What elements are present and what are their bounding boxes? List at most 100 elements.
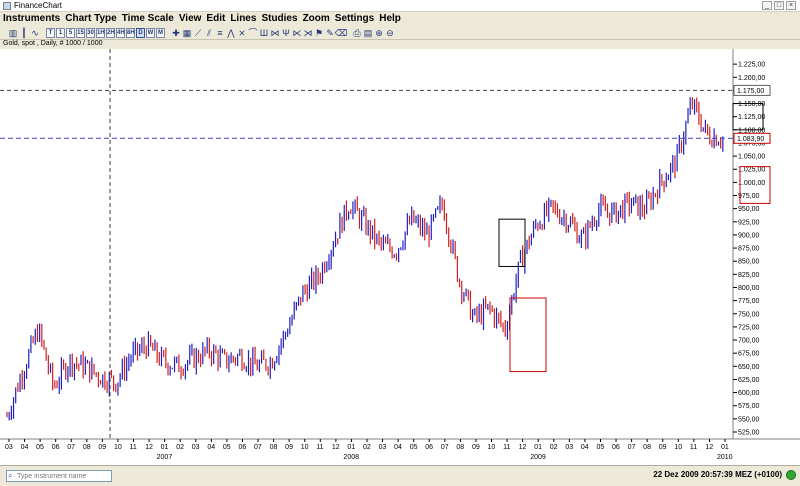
chart-area[interactable]: 1.225,00 1.200,00 1.175,00 1.150,00 1.125,00… (0, 49, 800, 465)
menu-settings[interactable]: Settings (335, 12, 379, 26)
last-price-label: 1.083,90 (737, 136, 764, 143)
x-tick-label: 12 (519, 444, 527, 451)
x-tick-label: 08 (456, 444, 464, 451)
y-tick-label: 1.150,00 (738, 101, 765, 108)
cycles-icon[interactable]: Ш (259, 28, 269, 38)
print-icon[interactable]: ⎙ (352, 28, 362, 38)
menu-chart-type[interactable]: Chart Type (65, 12, 122, 26)
y-tick-label: 925,00 (738, 219, 760, 226)
x-tick-label: 01 (721, 444, 729, 451)
line-chart-icon[interactable]: ∿ (30, 28, 40, 38)
year-label: 2007 (157, 454, 173, 461)
search-icon: ⌕ (8, 471, 13, 480)
app-icon (3, 2, 11, 10)
timeframe-4h[interactable]: 4H (116, 27, 125, 38)
bar-chart-icon[interactable]: ┃ (19, 28, 29, 38)
menu-edit[interactable]: Edit (206, 12, 230, 26)
timeframe-d[interactable]: D (136, 27, 145, 38)
candlestick-chart[interactable]: 1.225,00 1.200,00 1.175,00 1.150,00 1.125,00… (0, 49, 800, 465)
close-button[interactable]: × (786, 1, 796, 10)
y-tick-label: 1.225,00 (738, 62, 765, 69)
y-tick-label: 1.000,00 (738, 180, 765, 187)
timeframe-w[interactable]: W (146, 27, 155, 38)
x-tick-label: 08 (83, 444, 91, 451)
pitchfork-icon[interactable]: Ψ (281, 28, 291, 38)
x-tick-label: 10 (301, 444, 309, 451)
x-tick-label: 05 (410, 444, 418, 451)
andrews-icon[interactable]: ⋊ (303, 28, 313, 38)
status-clock: 22 Dez 2009 20:57:39 MEZ (+0100) (653, 470, 782, 479)
x-tick-label: 12 (705, 444, 713, 451)
instrument-search-input[interactable] (6, 470, 112, 482)
save-icon[interactable]: ▤ (363, 28, 373, 38)
y-tick-label: 700,00 (738, 338, 760, 345)
chart-type-icon[interactable]: ▥ (8, 28, 18, 38)
x-tick-label: 06 (52, 444, 60, 451)
pencil-icon[interactable]: ✎ (325, 28, 335, 38)
menu-zoom[interactable]: Zoom (303, 12, 335, 26)
x-tick-label: 02 (550, 444, 558, 451)
marker-icon[interactable]: ⚑ (314, 28, 324, 38)
trendline-icon[interactable]: ⟋ (193, 28, 203, 38)
menu-help[interactable]: Help (379, 12, 406, 26)
timeframe-1[interactable]: 1 (56, 27, 65, 38)
x-tick-label: 09 (285, 444, 293, 451)
timeframe-15[interactable]: 15 (76, 27, 85, 38)
year-label: 2009 (530, 454, 546, 461)
fan-icon[interactable]: ⋀ (226, 28, 236, 38)
maximize-button[interactable]: □ (774, 1, 784, 10)
menu-lines[interactable]: Lines (230, 12, 261, 26)
zoom-out-icon[interactable]: ⊖ (385, 28, 395, 38)
menu-instruments[interactable]: Instruments (3, 12, 65, 26)
year-label: 2010 (717, 454, 733, 461)
x-tick-label: 12 (145, 444, 153, 451)
y-tick-label: 875,00 (738, 246, 760, 253)
timeframe-m[interactable]: M (156, 27, 165, 38)
menu-time-scale[interactable]: Time Scale (122, 12, 179, 26)
grid-icon[interactable]: ▦ (182, 28, 192, 38)
y-tick-label: 725,00 (738, 324, 760, 331)
x-tick-label: 10 (674, 444, 682, 451)
y-tick-label: 575,00 (738, 403, 760, 410)
y-tick-label: 525,00 (738, 430, 760, 437)
y-tick-label: 950,00 (738, 206, 760, 213)
timeframe-2h[interactable]: 2H (106, 27, 115, 38)
menu-view[interactable]: View (179, 12, 207, 26)
timeframe-1h[interactable]: 1H (96, 27, 105, 38)
speed-lines-icon[interactable]: ⋉ (292, 28, 302, 38)
y-tick-label: 900,00 (738, 232, 760, 239)
toolbar: ▥ ┃ ∿ T 1 5 15 30 1H 2H 4H 8H D W M ✚ ▦ … (0, 26, 800, 40)
crosshair-icon[interactable]: ✚ (171, 28, 181, 38)
x-tick-label: 07 (441, 444, 449, 451)
x-tick-label: 06 (612, 444, 620, 451)
window-controls: _ □ × (762, 1, 796, 10)
fibonacci-icon[interactable]: ≡ (215, 28, 225, 38)
zoom-in-icon[interactable]: ⊕ (374, 28, 384, 38)
y-tick-label: 750,00 (738, 311, 760, 318)
timeframe-30[interactable]: 30 (86, 27, 95, 38)
x-tick-label: 03 (192, 444, 200, 451)
x-tick-label: 05 (223, 444, 231, 451)
x-tick-label: 11 (503, 444, 510, 451)
x-tick-label: 11 (130, 444, 137, 451)
eraser-icon[interactable]: ⌫ (335, 28, 348, 38)
menu-bar: Instruments Chart Type Time Scale View E… (0, 12, 800, 26)
connection-status-icon (786, 470, 796, 480)
y-tick-label: 775,00 (738, 298, 760, 305)
menu-studies[interactable]: Studies (261, 12, 302, 26)
x-tick-label: 08 (270, 444, 278, 451)
x-tick-label: 07 (628, 444, 636, 451)
x-tick-label: 09 (472, 444, 480, 451)
y-tick-label: 625,00 (738, 377, 760, 384)
arc-icon[interactable]: ⌒ (248, 28, 258, 38)
gann-icon[interactable]: ⨯ (237, 28, 247, 38)
x-tick-label: 07 (67, 444, 75, 451)
annotation-box-red (509, 297, 547, 373)
regression-icon[interactable]: ⋈ (270, 28, 280, 38)
y-tick-label: 1.050,00 (738, 154, 765, 161)
timeframe-5[interactable]: 5 (66, 27, 75, 38)
timeframe-t[interactable]: T (46, 27, 55, 38)
timeframe-8h[interactable]: 8H (126, 27, 135, 38)
minimize-button[interactable]: _ (762, 1, 772, 10)
channel-icon[interactable]: ⫽ (204, 28, 214, 38)
